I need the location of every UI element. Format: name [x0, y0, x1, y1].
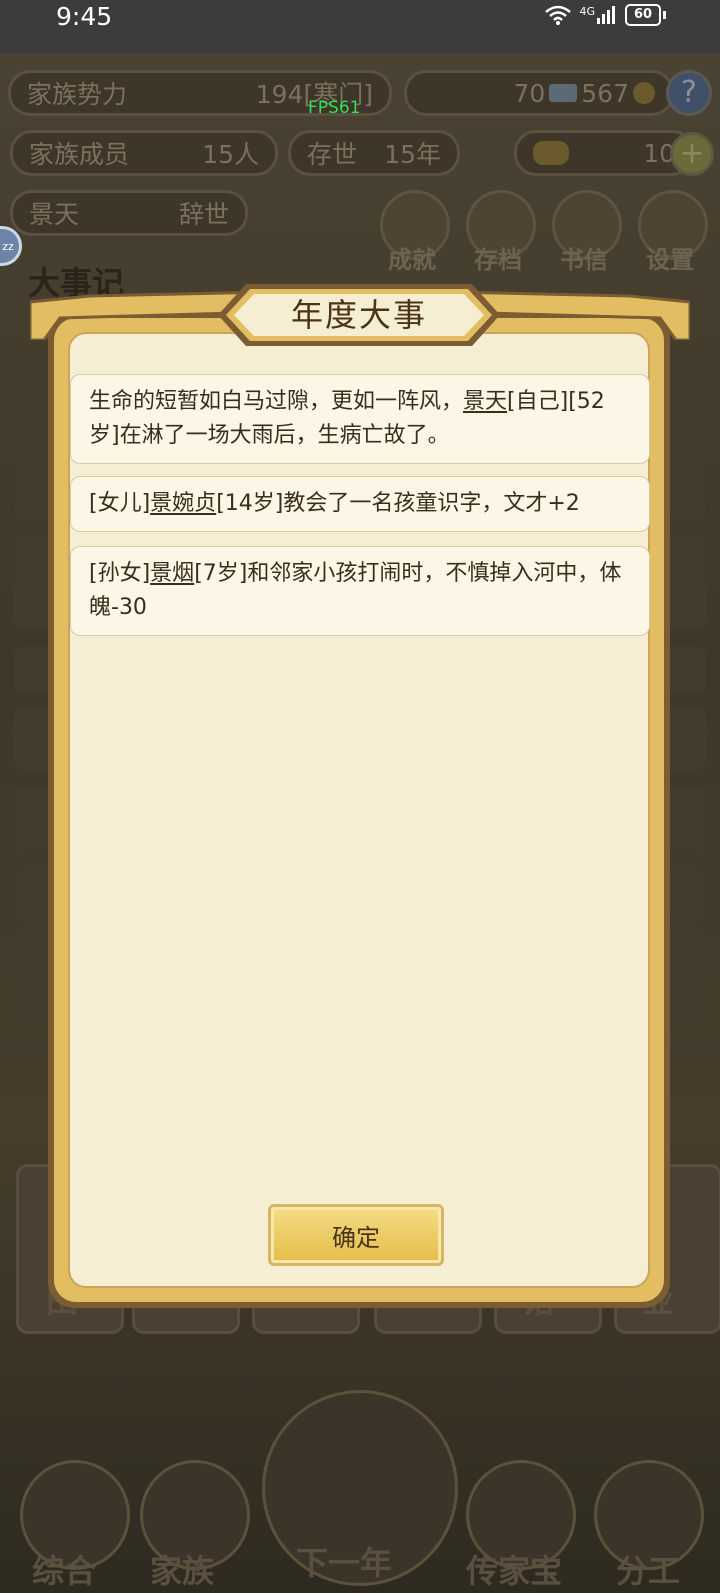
character-name-link[interactable]: 景婉贞 — [150, 491, 216, 516]
members-value: 15人 — [202, 140, 259, 169]
save-label: 存档 — [474, 246, 522, 274]
battery-icon: 60 — [625, 4, 661, 26]
person-name: 景天 — [29, 200, 80, 229]
event-item-2: [女儿]景婉贞[14岁]教会了一名孩童识字，文才+2 — [70, 476, 650, 532]
clock: 9:45 — [56, 2, 113, 31]
event-text: [14岁]教会了一名孩童识字，文才+2 — [216, 491, 580, 516]
achievement-label: 成就 — [388, 246, 436, 274]
existence-label: 存世 — [307, 140, 358, 169]
existence-bar: 存世 15年 — [288, 130, 460, 176]
event-item-1: 生命的短暂如白马过隙，更如一阵风，景天[自己][52岁]在淋了一场大雨后，生病亡… — [70, 374, 650, 464]
dialog-gold-border — [54, 318, 664, 1302]
clan-power-label: 家族势力 — [27, 80, 128, 109]
person-status: 辞世 — [178, 200, 229, 229]
clan-power-value: 194 — [255, 80, 304, 109]
wifi-icon — [545, 5, 572, 25]
silver-icon — [549, 84, 578, 102]
dialog-title: 年度大事 — [290, 296, 427, 334]
person-status-bar: 景天 辞世 — [10, 190, 248, 236]
confirm-button[interactable]: 确定 — [268, 1204, 444, 1266]
character-name-link[interactable]: 景烟 — [150, 561, 194, 586]
add-ingot-button[interactable]: + — [670, 132, 714, 176]
event-text: [孙女] — [89, 561, 151, 586]
nav-general-label: 综合 — [32, 1552, 97, 1590]
ingot-icon — [533, 141, 569, 165]
status-bar: 9:45 4G 60 — [0, 0, 720, 54]
character-name-link[interactable]: 景天 — [463, 389, 507, 414]
event-text: [女儿] — [89, 491, 151, 516]
status-icons: 4G 60 — [545, 4, 666, 26]
event-item-3: [孙女]景烟[7岁]和邻家小孩打闹时，不慎掉入河中，体魄-30 — [70, 546, 650, 636]
members-bar: 家族成员 15人 — [10, 130, 278, 176]
coin-icon — [633, 82, 655, 104]
battery-tip — [663, 11, 666, 19]
resource-b-value: 567 — [581, 78, 629, 108]
letter-label: 书信 — [560, 246, 608, 274]
nav-division-label: 分工 — [616, 1552, 681, 1590]
currency-bar: 70 567 — [404, 70, 674, 116]
event-text: 生命的短暂如白马过隙，更如一阵风， — [89, 389, 464, 414]
existence-value: 15年 — [384, 140, 441, 169]
settings-label: 设置 — [646, 246, 694, 274]
members-label: 家族成员 — [29, 140, 130, 169]
resource-a-value: 70 — [513, 78, 546, 108]
ingot-bar: 10 — [514, 130, 694, 176]
nav-heirloom-label: 传家宝 — [466, 1552, 563, 1590]
network-type: 4G — [579, 4, 595, 18]
signal-icon — [597, 6, 615, 24]
fps-counter: FPS61 — [308, 98, 361, 118]
help-icon[interactable]: ? — [666, 70, 712, 116]
nav-next-year-label: 下一年 — [296, 1544, 393, 1582]
nav-clan-label: 家族 — [150, 1552, 215, 1590]
